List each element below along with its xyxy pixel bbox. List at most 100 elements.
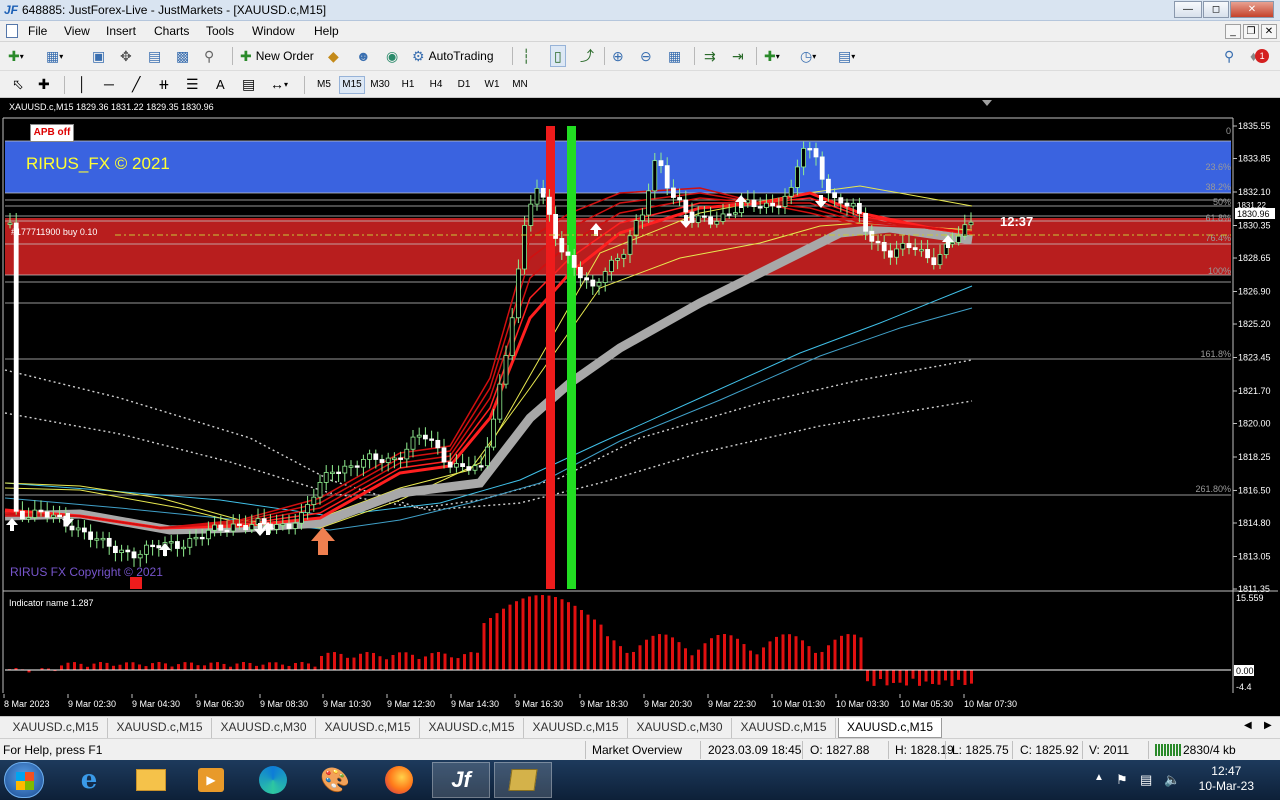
timeframe-h4[interactable]: H4 <box>423 76 449 94</box>
notifications-button[interactable]: ♦ 1 <box>1250 45 1270 67</box>
tray-expand-icon[interactable]: ▲ <box>1094 772 1104 783</box>
tab-chart-1[interactable]: XAUUSD.c,M15 <box>4 718 108 738</box>
zoom-in-button[interactable]: ⊕ <box>612 45 624 67</box>
signals-button[interactable]: ☻ <box>356 45 371 67</box>
histogram-bar <box>170 666 174 670</box>
mdi-minimize-button[interactable]: _ <box>1225 24 1241 39</box>
minimize-button[interactable]: — <box>1174 1 1202 18</box>
histogram-bar <box>476 652 479 670</box>
data-window-button[interactable]: ✥ <box>120 45 132 67</box>
indicator-label: Indicator name 1.287 <box>9 598 94 608</box>
menu-file[interactable]: File <box>28 24 47 38</box>
navigator-button[interactable]: ▤ <box>148 45 161 67</box>
tab-chart-4[interactable]: XAUUSD.c,M15 <box>316 718 420 738</box>
tab-chart-5[interactable]: XAUUSD.c,M15 <box>420 718 524 738</box>
tab-chart-7[interactable]: XAUUSD.c,M30 <box>628 718 732 738</box>
tray-volume-icon[interactable]: 🔈 <box>1164 772 1180 788</box>
tile-windows-button[interactable]: ▦ <box>668 45 681 67</box>
timeframe-h1[interactable]: H1 <box>395 76 421 94</box>
tray-network-icon[interactable]: ▤ <box>1140 772 1152 788</box>
timeframe-m5[interactable]: M5 <box>311 76 337 94</box>
tab-scroll-left-icon[interactable]: ◀ <box>1244 720 1252 731</box>
timeframe-m15[interactable]: M15 <box>339 76 365 94</box>
timeframe-m30[interactable]: M30 <box>367 76 393 94</box>
tab-chart-2[interactable]: XAUUSD.c,M15 <box>108 718 212 738</box>
autotrading-button[interactable]: ⚙ AutoTrading <box>412 45 494 67</box>
price-chart[interactable]: 1835.55 1833.85 1832.10 1830.35 1828.65 1826.… <box>0 98 1280 713</box>
tester-button[interactable]: ⚲ <box>204 45 214 67</box>
candle-body <box>125 549 131 553</box>
tab-chart-6[interactable]: XAUUSD.c,M15 <box>524 718 628 738</box>
maximize-button[interactable]: ◻ <box>1203 1 1229 18</box>
menu-charts[interactable]: Charts <box>154 24 189 38</box>
expert-button[interactable]: ◆ <box>328 45 339 67</box>
candle-body <box>788 187 794 197</box>
start-button[interactable] <box>4 762 44 798</box>
new-order-button[interactable]: ✚ New Order <box>240 45 314 67</box>
taskbar-paint[interactable]: 🎨 <box>306 762 364 798</box>
histogram-bar <box>443 653 447 670</box>
mdi-restore-button[interactable]: ❐ <box>1243 24 1259 39</box>
vertical-line-tool[interactable]: │ <box>78 73 87 95</box>
candle-body <box>168 541 174 544</box>
taskbar-ie[interactable]: e <box>60 762 118 798</box>
apb-toggle-button[interactable]: APB off <box>30 124 74 142</box>
candle-body <box>19 510 25 520</box>
indicators-button[interactable]: ✚ ▾ <box>764 45 780 67</box>
new-chart-button[interactable]: ✚ ▾ <box>8 45 24 67</box>
timeframe-d1[interactable]: D1 <box>451 76 477 94</box>
market-watch-button[interactable]: ▣ <box>92 45 105 67</box>
terminal-button[interactable]: ▩ <box>176 45 189 67</box>
taskbar-edge[interactable] <box>244 762 302 798</box>
status-profile[interactable]: Market Overview <box>592 743 682 757</box>
tab-chart-8[interactable]: XAUUSD.c,M15 <box>732 718 836 738</box>
histogram-bar <box>833 639 837 670</box>
window-title: 648885: JustForex-Live - JustMarkets - [… <box>22 3 327 17</box>
taskbar-mt4[interactable]: Jf <box>432 762 490 798</box>
label-tool[interactable]: ▤ <box>242 73 255 95</box>
candle-body <box>298 512 304 524</box>
close-button[interactable]: ✕ <box>1230 1 1274 18</box>
timeframe-w1[interactable]: W1 <box>479 76 505 94</box>
menu-window[interactable]: Window <box>252 24 295 38</box>
taskbar-explorer[interactable] <box>122 762 180 798</box>
chart-window[interactable]: 1835.55 1833.85 1832.10 1830.35 1828.65 1826.… <box>0 98 1280 713</box>
trendline-tool[interactable]: ╱ <box>132 73 140 95</box>
cursor-tool[interactable]: ⬁ <box>12 73 24 95</box>
menu-help[interactable]: Help <box>314 24 339 38</box>
menu-insert[interactable]: Insert <box>106 24 136 38</box>
zoom-out-button[interactable]: ⊖ <box>640 45 652 67</box>
histogram-bar <box>599 624 603 670</box>
arrows-tool[interactable]: ↔ ▾ <box>270 73 288 95</box>
templates-button[interactable]: ▤ ▾ <box>838 45 855 67</box>
taskbar-metaeditor[interactable] <box>494 762 552 798</box>
mdi-close-button[interactable]: ✕ <box>1261 24 1277 39</box>
channel-tool[interactable]: ⧺ <box>158 73 170 95</box>
taskbar-clock[interactable]: 12:47 10-Mar-23 <box>1199 764 1254 794</box>
candle-body <box>863 213 868 232</box>
menu-view[interactable]: View <box>64 24 90 38</box>
horizontal-line-tool[interactable]: ─ <box>104 73 114 95</box>
tray-flag-icon[interactable]: ⚑ <box>1116 772 1128 788</box>
bar-chart-button[interactable]: ┆ <box>522 45 530 67</box>
tab-chart-3[interactable]: XAUUSD.c,M30 <box>212 718 316 738</box>
tab-scroll-right-icon[interactable]: ▶ <box>1264 720 1272 731</box>
crosshair-tool[interactable]: ✚ <box>38 73 50 95</box>
line-chart-button[interactable]: ⤴ <box>580 45 594 67</box>
autoscroll-button[interactable]: ⇉ <box>704 45 716 67</box>
search-button[interactable]: ⚲ <box>1224 45 1234 67</box>
status-traffic[interactable]: 2830/4 kb <box>1183 743 1236 757</box>
tab-chart-9[interactable]: XAUUSD.c,M15 <box>838 718 942 738</box>
text-tool[interactable]: A <box>216 73 225 95</box>
fibonacci-tool[interactable]: ☰ <box>186 73 199 95</box>
news-button[interactable]: ◉ <box>386 45 398 67</box>
taskbar-firefox[interactable] <box>370 762 428 798</box>
candlestick-button[interactable]: ▯ <box>550 45 566 67</box>
candle-body <box>466 466 472 471</box>
menu-tools[interactable]: Tools <box>206 24 234 38</box>
timeframe-mn[interactable]: MN <box>507 76 533 94</box>
chart-shift-button[interactable]: ⇥ <box>732 45 744 67</box>
taskbar-media-player[interactable]: ▶ <box>182 762 240 798</box>
profiles-button[interactable]: ▦ ▾ <box>46 45 63 67</box>
periods-button[interactable]: ◷ ▾ <box>800 45 816 67</box>
